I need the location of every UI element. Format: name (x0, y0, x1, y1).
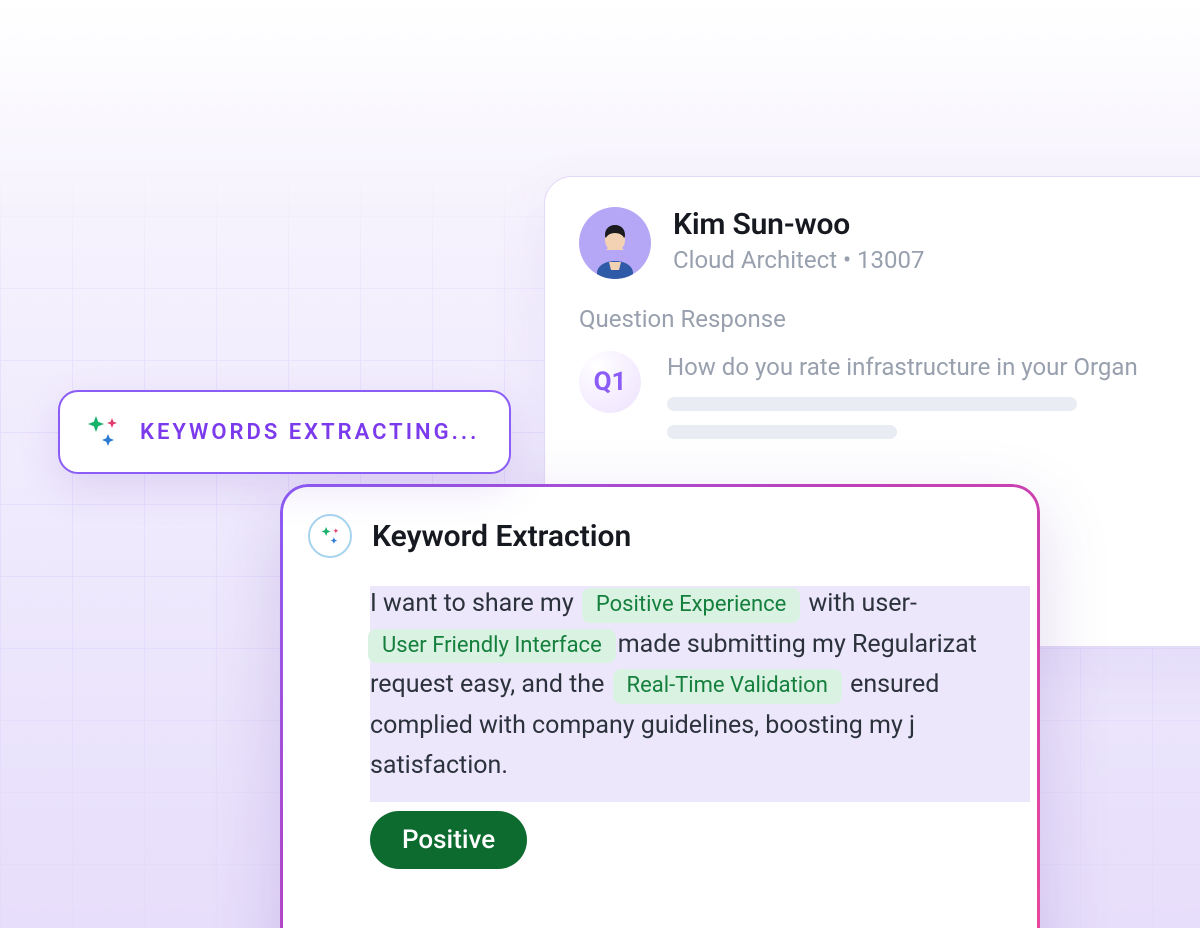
question-row: Q1 How do you rate infrastructure in you… (579, 351, 1200, 439)
text-part: satisfaction. (370, 751, 508, 780)
person-role: Cloud Architect • 13007 (673, 246, 1200, 274)
identity-block: Kim Sun-woo Cloud Architect • 13007 (673, 207, 1200, 274)
extraction-body: I want to share my Positive Experience w… (370, 584, 1010, 787)
card-header: Keyword Extraction (308, 514, 1034, 558)
extraction-text: I want to share my Positive Experience w… (370, 584, 1010, 787)
card-title: Keyword Extraction (372, 519, 631, 554)
text-part: with user- (809, 589, 917, 618)
pill-label: KEYWORDS EXTRACTING... (140, 420, 479, 445)
sparkle-badge (308, 514, 352, 558)
response-card-header: Kim Sun-woo Cloud Architect • 13007 Subm… (579, 207, 1200, 279)
question-badge: Q1 (579, 351, 641, 413)
placeholder-line (667, 397, 1077, 411)
sentiment-chip[interactable]: Positive (370, 811, 527, 869)
keywords-extracting-pill: KEYWORDS EXTRACTING... (58, 390, 511, 474)
sparkle-icon (310, 523, 350, 549)
keyword-chip[interactable]: Positive Experience (582, 588, 800, 623)
text-part: ensured (850, 670, 939, 699)
question-body: How do you rate infrastructure in your O… (667, 351, 1200, 439)
text-part: request easy, and the (370, 670, 604, 699)
question-text: How do you rate infrastructure in your O… (667, 351, 1200, 383)
keyword-extraction-card: Keyword Extraction I want to share my Po… (280, 484, 1040, 928)
text-part: I want to share my (370, 589, 574, 618)
text-part: made submitting my Regularizat (618, 630, 977, 659)
text-part: complied with company guidelines, boosti… (370, 711, 915, 740)
avatar (579, 207, 651, 279)
person-name: Kim Sun-woo (673, 207, 1200, 242)
keyword-chip[interactable]: Real-Time Validation (613, 669, 842, 704)
placeholder-line (667, 425, 897, 439)
section-title: Question Response (579, 305, 1200, 333)
sparkle-icon (82, 412, 122, 452)
avatar-illustration (583, 215, 647, 279)
keyword-chip[interactable]: User Friendly Interface (368, 629, 616, 664)
